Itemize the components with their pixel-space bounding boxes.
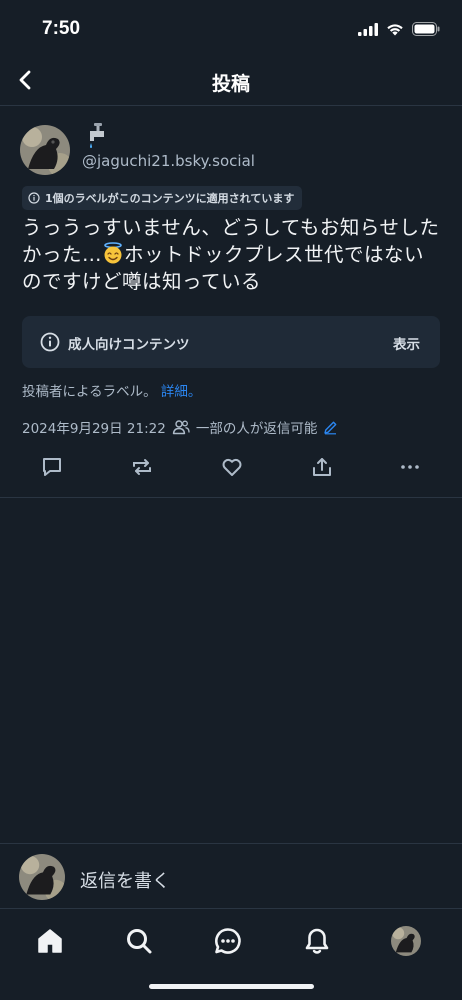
search-icon [127, 929, 152, 954]
header: 投稿 [0, 58, 462, 106]
avatar-image [19, 854, 65, 900]
smiling-face-with-halo-icon [104, 242, 122, 264]
label-notice-chip[interactable]: 1個のラベルがこのコンテンツに適用されています [22, 186, 303, 210]
info-icon [40, 332, 60, 352]
repost-icon [133, 459, 151, 475]
tab-home[interactable] [33, 924, 67, 958]
tab-search[interactable] [122, 924, 156, 958]
post-text: うっうっすいません、どうしてもお知らせしたかった… ホットドックプレス世代ではな… [22, 214, 442, 295]
battery-icon [412, 22, 440, 36]
repost-button[interactable] [127, 452, 157, 482]
wifi-icon [387, 24, 403, 36]
reply-composer-bar[interactable]: 返信を書く [0, 843, 462, 909]
chat-bubble-icon [215, 928, 241, 954]
status-bar: 7:50 [0, 0, 462, 58]
home-icon [38, 929, 62, 953]
home-indicator [149, 984, 314, 989]
label-source-text: 投稿者によるラベル。 [22, 384, 157, 400]
display-name-faucet-emoji [86, 122, 108, 148]
label-source-note: 投稿者によるラベル。 詳細。 [22, 380, 201, 400]
author-avatar[interactable] [20, 125, 70, 175]
content-warning-box[interactable]: 成人向けコンテンツ 表示 [22, 316, 440, 368]
bell-icon [305, 928, 329, 954]
bottom-tab-bar [0, 910, 462, 972]
content-warning-label: 成人向けコンテンツ [68, 337, 190, 353]
ellipsis-icon [401, 465, 419, 469]
like-button[interactable] [217, 452, 247, 482]
tab-messages[interactable] [211, 924, 245, 958]
post-timestamp: 2024年9月29日 21:22 [22, 421, 166, 437]
reply-setting-text: 一部の人が返信可能 [195, 421, 318, 437]
post-actions [0, 452, 462, 482]
reply-button[interactable] [37, 452, 67, 482]
info-icon [28, 192, 40, 204]
author-handle[interactable]: @jaguchi21.bsky.social [82, 152, 255, 170]
status-time: 7:50 [42, 18, 81, 39]
faucet-icon [90, 123, 104, 148]
cellular-signal-icon [358, 22, 378, 36]
reply-input[interactable]: 返信を書く [80, 867, 170, 893]
status-icons [358, 20, 440, 38]
edit-pencil-icon[interactable] [323, 420, 338, 435]
show-content-button[interactable]: 表示 [393, 333, 420, 353]
post: @jaguchi21.bsky.social 1個のラベルがこのコンテンツに適用… [0, 106, 462, 498]
tab-notifications[interactable] [300, 924, 334, 958]
avatar-image [20, 125, 70, 175]
post-meta: 2024年9月29日 21:22 一部の人が返信可能 [22, 417, 338, 437]
share-button[interactable] [307, 452, 337, 482]
profile-avatar-icon [391, 926, 421, 956]
label-details-link[interactable]: 詳細。 [161, 384, 202, 400]
tab-profile[interactable] [389, 924, 423, 958]
user-avatar [19, 854, 65, 900]
comment-icon [43, 458, 61, 476]
page-title: 投稿 [211, 73, 250, 95]
more-options-button[interactable] [395, 452, 425, 482]
heart-icon [222, 458, 242, 476]
label-notice-text: 1個のラベルがこのコンテンツに適用されています [45, 192, 295, 205]
share-icon [313, 458, 331, 476]
people-icon [172, 420, 190, 435]
